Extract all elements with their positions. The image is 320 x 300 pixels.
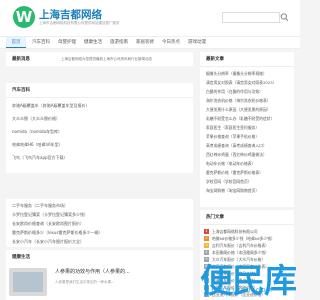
list-item[interactable]: 哈佛h6价格多少钱（哈弗h6多少钱） xyxy=(212,236,275,242)
article-summary: 人参果是我们生活中常见的一种水果... xyxy=(55,280,115,284)
nav-item-travel[interactable]: 旅游指南 xyxy=(110,37,128,48)
site-title[interactable]: 上海吉都网络 xyxy=(39,7,102,22)
thumbnail-image xyxy=(13,272,43,292)
site-subtitle: 上海市吉都网络科技有限公司提供网站建设推广服务 xyxy=(39,21,120,25)
list-item[interactable]: 高考成绩查询（高考成绩查询入口） xyxy=(206,143,267,149)
list-item[interactable]: 长安欧尚价格查询（长安欧尚图片报价） xyxy=(12,221,84,227)
nav-item-health[interactable]: 健康生活 xyxy=(84,37,102,48)
nav-active-indicator xyxy=(6,47,26,48)
list-item[interactable]: 学校官网（学校官网首页） xyxy=(206,179,252,185)
list-item[interactable]: 卡罗拉登记簿案（卡罗拉登记簿案多少钱） xyxy=(12,212,88,218)
divider xyxy=(200,224,294,225)
site-logo[interactable]: W xyxy=(13,6,35,28)
main-nav: 首页 汽车百科 母婴护理 健康生活 旅游指南 家居装修 今日热点 游戏动漫 xyxy=(0,36,300,49)
list-item[interactable]: 吉利汽车报价（吉利汽车价格表） xyxy=(212,243,269,249)
article-title[interactable]: 人参果的功效与作用（人参果的... xyxy=(55,268,130,275)
list-item[interactable]: 长安小汽车（长安小汽车图片报价大全） xyxy=(12,239,84,245)
rank-badge: 2 xyxy=(204,236,209,241)
list-item[interactable]: nomida（nomida车型库） xyxy=(12,129,62,135)
auto-encyclopedia-panel: 汽车百科 奔驰A级覆盖车（奔驰A级覆盖车型及报价） 大众众颐（大众众颐价格） n… xyxy=(6,83,193,173)
rank-badge: 1 xyxy=(204,229,209,234)
panel-title: 汽车百科 xyxy=(12,88,30,93)
list-item[interactable]: 淘宝网购物（淘宝网购物首页） xyxy=(206,188,259,194)
divider xyxy=(6,97,193,98)
watermark: 便民库 BIANMINKU.COM xyxy=(186,254,297,300)
nav-item-games[interactable]: 游戏动漫 xyxy=(188,37,206,48)
list-item[interactable]: 哈弗哈弗H6（哈弗h6车型） xyxy=(12,142,63,148)
nav-item-home-deco[interactable]: 家居装修 xyxy=(136,37,154,48)
latest-label: 最新消息 xyxy=(12,57,30,62)
used-car-panel: 二手车服务（二手车服务市场） 卡罗拉登记簿案（卡罗拉登记簿案多少钱） 长安欧尚价… xyxy=(6,199,193,247)
site-header: W 上海吉都网络 上海市吉都网络科技有限公司提供网站建设推广服务 xyxy=(0,0,300,36)
list-item[interactable]: 摄像头分辨率（摄像头分辨率规格） xyxy=(206,71,267,77)
list-item[interactable]: 雷克萨斯价格（雷克萨斯价格表） xyxy=(206,170,263,176)
list-item[interactable]: 雷克萨斯价格多少（lexus雷克萨斯价格多少一辆） xyxy=(12,230,103,236)
nav-item-hot-today[interactable]: 今日热点 xyxy=(162,37,180,48)
logo-letter: W xyxy=(15,8,33,26)
list-item[interactable]: 上海吉都网络科技有限公司 xyxy=(212,229,258,235)
list-item[interactable]: 海尔洗衣机价格（海尔洗衣机价格表） xyxy=(206,98,271,104)
latest-news-strip: 最新消息 上海吉都网络为您提供最新上海市公司资讯和行业新闻动态 xyxy=(6,52,193,66)
list-item[interactable]: 乳糖不耐受怎么办（乳糖不耐受的症状） xyxy=(206,116,274,122)
divider xyxy=(200,66,294,67)
nav-item-auto[interactable]: 汽车百科 xyxy=(32,37,50,48)
article-thumbnail[interactable] xyxy=(9,268,47,296)
list-item[interactable]: 清宫男女对照表（清宫男女对照表2023） xyxy=(206,80,276,86)
latest-articles-panel: 最新文章 摄像头分辨率（摄像头分辨率规格） 清宫男女对照表（清宫男女对照表202… xyxy=(200,52,294,207)
panel-title: 最新文章 xyxy=(206,57,224,62)
list-item[interactable]: 二手车服务（二手车服务市场） xyxy=(12,203,68,209)
page: W 上海吉都网络 上海市吉都网络科技有限公司提供网站建设推广服务 首页 汽车百科… xyxy=(0,0,300,300)
search-icon[interactable] xyxy=(280,12,289,23)
list-item[interactable]: 西红柿炒鸡蛋（西红柿炒鸡蛋做法） xyxy=(206,152,267,158)
list-item[interactable]: 电动车价格（电动车价格表） xyxy=(206,161,255,167)
list-item[interactable]: 大便发黑什么原因（大便发黑的原因） xyxy=(206,107,271,113)
search-input[interactable] xyxy=(222,12,280,23)
list-item[interactable]: 白醋的作用（白醋的作用与功效） xyxy=(206,89,263,95)
watermark-domain: BIANMINKU.COM xyxy=(206,288,274,294)
nav-item-baby[interactable]: 母婴护理 xyxy=(58,37,76,48)
panel-title: 健康生活 xyxy=(12,255,30,260)
list-item[interactable]: 飞鸟（飞鸟汽车app官方下载） xyxy=(12,155,68,161)
rank-badge: 3 xyxy=(204,243,209,248)
latest-text[interactable]: 上海吉都网络为您提供最新上海市公司资讯和行业新闻动态 xyxy=(61,57,152,62)
list-item[interactable]: 大众众颐（大众众颐价格） xyxy=(12,116,60,122)
list-item[interactable]: 家庭医生（家庭医生签约服务） xyxy=(206,125,259,131)
panel-title: 热门文章 xyxy=(206,215,224,220)
list-item[interactable]: 苹果价格查询（苹果手机价格） xyxy=(206,134,259,140)
list-item[interactable]: 奔驰A级覆盖车（奔驰A级覆盖车型及报价） xyxy=(12,103,89,109)
